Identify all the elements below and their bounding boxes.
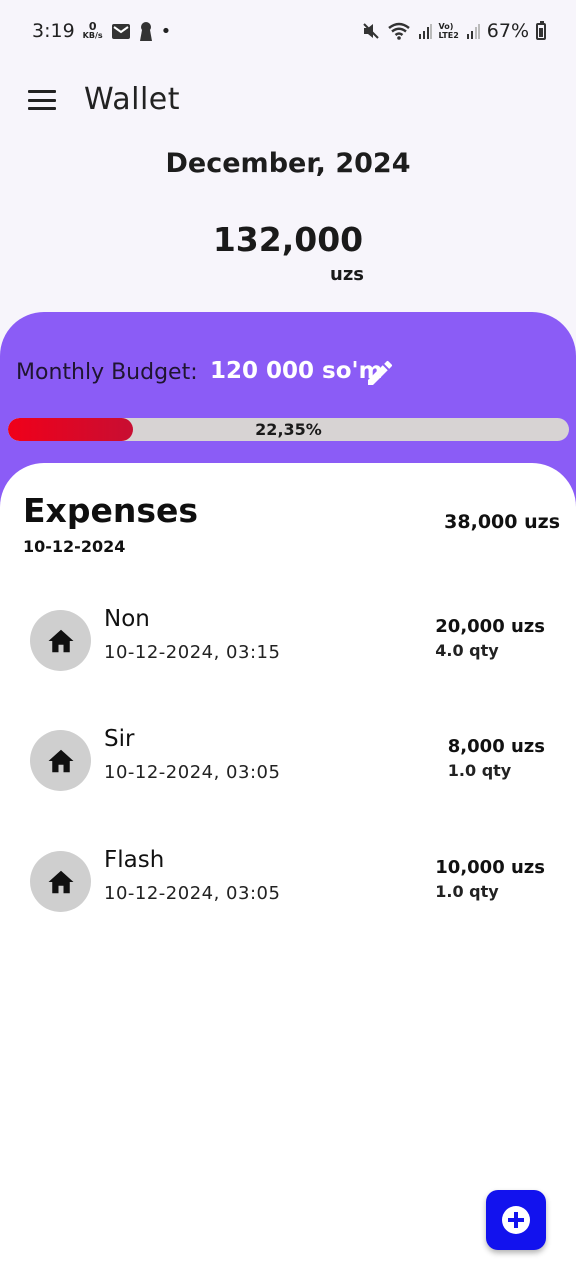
total-amount: 132,000 [212,220,364,259]
home-icon [48,629,73,652]
item-amount-value: 10,000 uzs [435,857,545,878]
item-qty: 1.0 qty [435,882,499,901]
expenses-total: 38,000 uzs [444,511,560,533]
volte-indicator: Vo) LTE2 [439,22,459,40]
mute-vibrate-icon [362,23,379,39]
volte-top: Vo) [438,22,454,31]
volte-bottom: LTE2 [438,31,459,40]
status-bar: 3:19 0 KB/s • Vo) LTE2 67% [0,0,576,64]
item-name: Sir [104,726,135,752]
notification-dot-icon: • [160,20,172,42]
battery-percent: 67% [486,20,529,42]
status-bar-left: 3:19 0 KB/s • [32,20,171,42]
keyhole-icon [139,21,152,41]
status-bar-right: Vo) LTE2 67% [362,20,546,42]
item-amount-value: 20,000 uzs [435,616,545,637]
budget-value: 120 000 so'm [210,358,383,384]
budget-progress-text: 22,35% [255,420,322,439]
expense-item[interactable]: Flash 10-12-2024, 03:05 10,000 uzs 1.0 q… [0,847,576,941]
item-datetime: 10-12-2024, 03:05 [104,762,281,783]
expenses-date: 10-12-2024 [23,537,126,556]
status-time: 3:19 [32,20,75,42]
mail-icon [111,23,130,39]
budget-progress-bar: 22,35% [8,418,569,441]
item-avatar [30,610,91,671]
item-name: Non [104,606,150,632]
item-datetime: 10-12-2024, 03:05 [104,883,281,904]
expenses-title: Expenses [23,491,198,530]
expense-item[interactable]: Non 10-12-2024, 03:15 20,000 uzs 4.0 qty [0,606,576,700]
item-qty: 4.0 qty [435,641,499,660]
month-label: December, 2024 [165,148,411,179]
home-icon [48,870,73,893]
app-bar: Wallet [0,76,576,124]
network-speed-unit: KB/s [82,31,103,40]
signal-icon [418,23,432,39]
battery-icon [536,20,546,40]
expenses-sheet: Expenses 10-12-2024 38,000 uzs Non 10-12… [0,463,576,1280]
item-datetime: 10-12-2024, 03:15 [104,642,281,663]
network-speed-value: 0 [88,20,97,33]
home-icon [48,749,73,772]
edit-icon[interactable] [364,357,396,389]
network-speed: 0 KB/s [82,20,103,40]
item-avatar [30,851,91,912]
menu-icon[interactable] [28,90,56,110]
wifi-icon [387,22,410,40]
item-amount-value: 8,000 uzs [447,736,545,757]
item-avatar [30,730,91,791]
item-amount: 20,000 uzs 4.0 qty [435,616,545,663]
expense-item[interactable]: Sir 10-12-2024, 03:05 8,000 uzs 1.0 qty [0,726,576,820]
item-amount: 10,000 uzs 1.0 qty [435,857,545,904]
total-currency: uzs [330,264,365,285]
item-name: Flash [104,847,165,873]
add-circle-icon [502,1206,530,1234]
item-qty: 1.0 qty [447,761,512,780]
app-title: Wallet [84,82,181,117]
add-expense-button[interactable] [486,1190,546,1250]
item-amount: 8,000 uzs 1.0 qty [448,736,545,783]
budget-label: Monthly Budget: [16,360,198,385]
signal-icon-2 [466,23,480,39]
